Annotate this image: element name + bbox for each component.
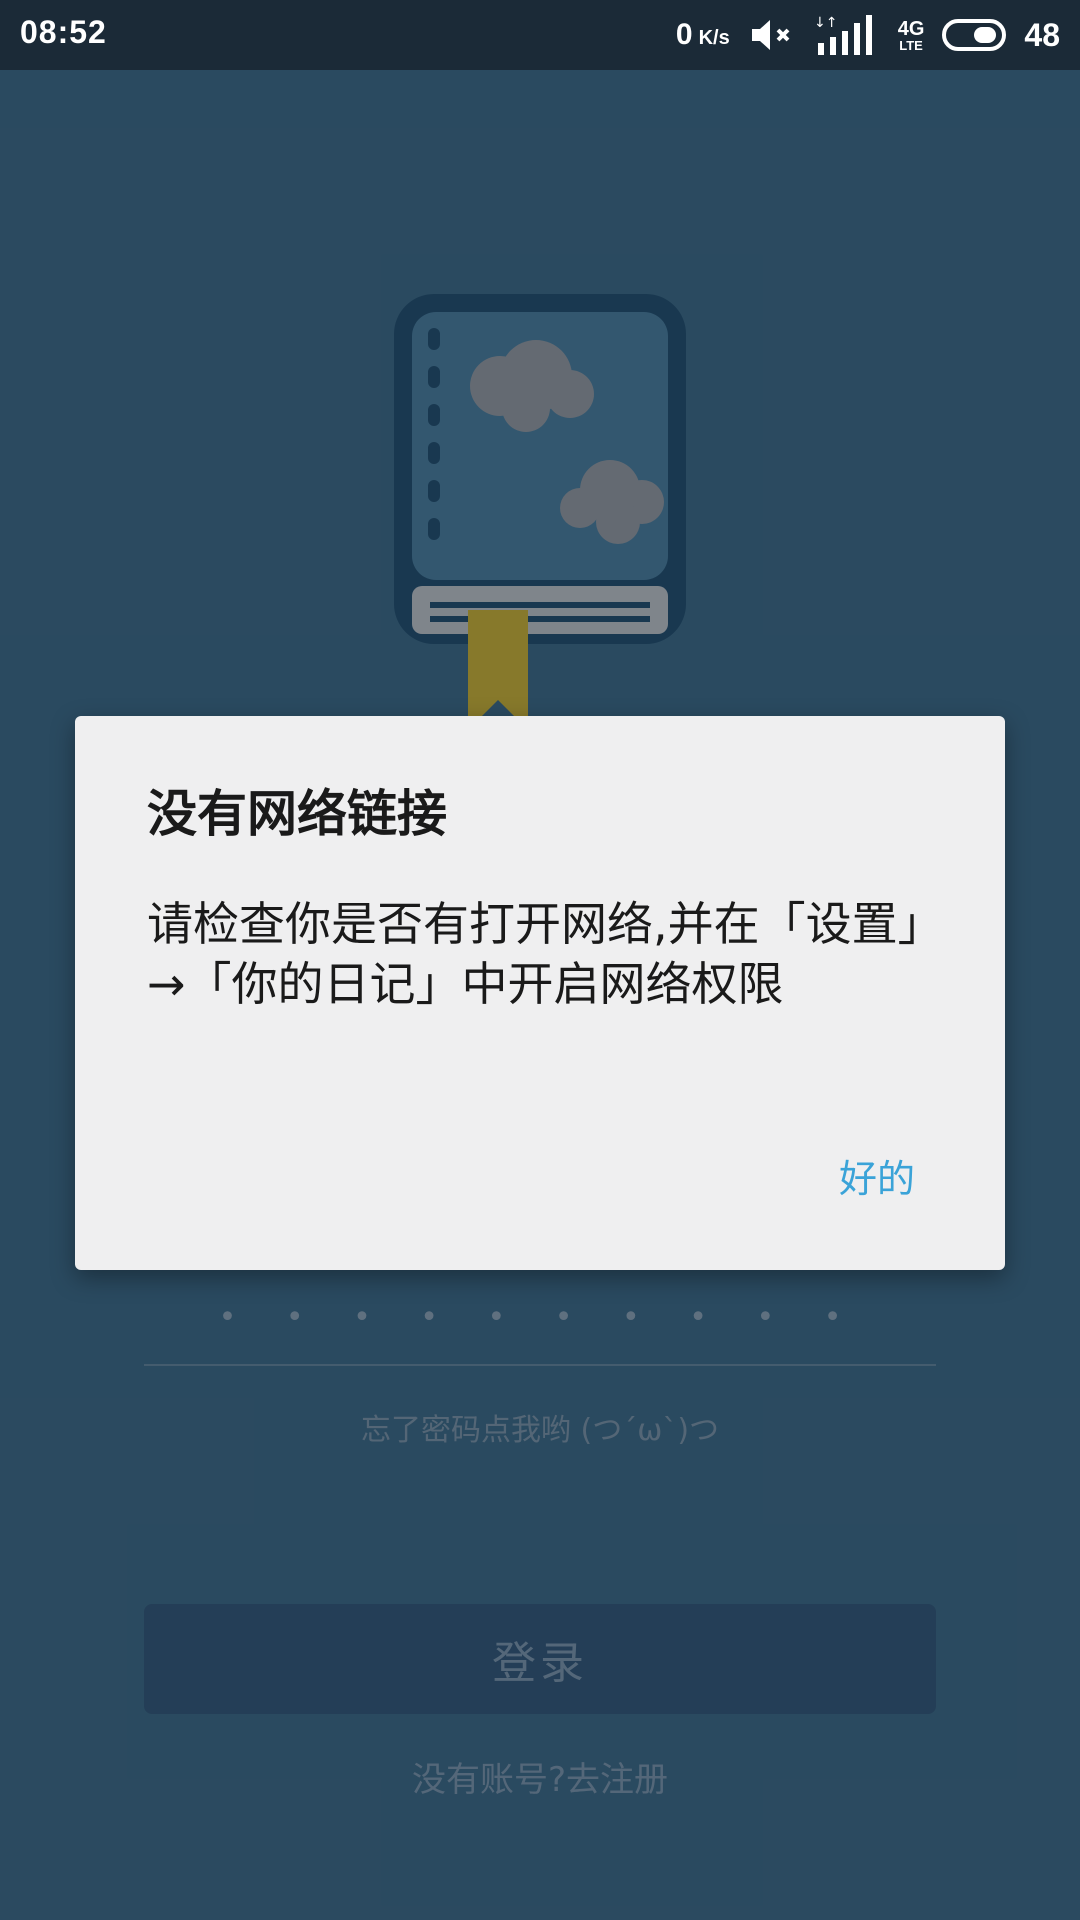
ok-button[interactable]: 好的 (839, 1148, 915, 1203)
network-speed-value: 0 (675, 18, 693, 51)
battery-icon (942, 19, 1007, 51)
4g-lte-icon: 4G LTE (898, 19, 925, 52)
network-sub: LTE (899, 37, 923, 53)
mute-icon (751, 20, 790, 50)
no-network-dialog: 没有网络链接 请检查你是否有打开网络,并在「设置」→「你的日记」中开启网络权限 … (75, 716, 1005, 1270)
status-bar: 08:52 0 K/s ↓↑ 4G LTE 48 (0, 0, 1080, 70)
signal-icon: ↓↑ (814, 15, 872, 55)
network-type: 4G (897, 17, 925, 40)
dialog-message: 请检查你是否有打开网络,并在「设置」→「你的日记」中开启网络权限 (147, 897, 921, 1011)
battery-level: 48 (1024, 16, 1060, 53)
status-icons: 0 K/s ↓↑ 4G LTE 48 (676, 0, 1060, 70)
network-speed-unit: K/s (698, 27, 730, 49)
status-time: 08:52 (20, 14, 107, 50)
network-speed: 0 K/s (676, 18, 730, 52)
svg-text:↓↑: ↓↑ (814, 15, 837, 31)
dialog-title: 没有网络链接 (147, 785, 447, 843)
